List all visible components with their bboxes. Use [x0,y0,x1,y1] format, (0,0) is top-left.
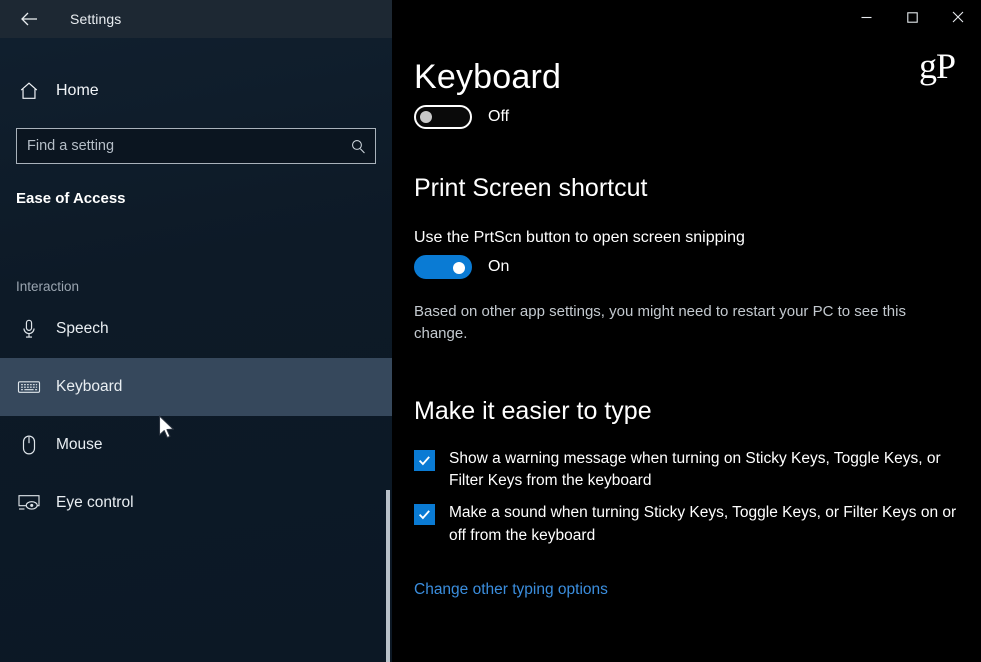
mouse-icon [14,434,44,456]
maximize-button[interactable] [889,0,935,34]
checkbox-warning-message[interactable] [414,449,435,471]
settings-window: Settings Home Ease of Access Interaction [0,0,981,662]
checkbox-make-sound[interactable] [414,504,435,526]
minimize-button[interactable] [843,0,889,34]
sidebar-item-speech[interactable]: Speech [0,300,392,358]
prtscn-help-text: Based on other app settings, you might n… [414,303,906,342]
keyboard-icon [14,378,44,396]
easier-to-type-checkbox-list: Show a warning message when turning on S… [414,448,981,548]
checkbox-row-warning-message[interactable]: Show a warning message when turning on S… [414,448,981,493]
home-icon [14,80,44,102]
search-box[interactable] [16,128,376,164]
prtscn-toggle-label: On [488,258,510,275]
easier-to-type-heading: Make it easier to type [414,396,652,425]
settings-content: Keyboard Off Print Screen shortcut Use t… [392,0,981,599]
sidebar-item-keyboard[interactable]: Keyboard [0,358,392,416]
sidebar-scrollbar-thumb[interactable] [386,490,390,662]
change-other-typing-options-link[interactable]: Change other typing options [414,581,608,599]
toggle-knob [420,111,432,123]
sidebar-item-mouse[interactable]: Mouse [0,416,392,474]
sidebar-item-eye-control[interactable]: Eye control [0,474,392,532]
prtscn-setting-label: Use the PrtScn button to open screen sni… [414,229,745,246]
checkbox-warning-message-label: Show a warning message when turning on S… [449,449,941,489]
window-controls [843,0,981,34]
sidebar: Settings Home Ease of Access Interaction [0,0,392,662]
window-title: Settings [70,11,122,27]
microphone-icon [14,318,44,340]
watermark-logo: gP [918,46,956,86]
prtscn-toggle-row: On [414,255,981,279]
toggle-knob [453,262,465,274]
close-button[interactable] [935,0,981,34]
keyboard-master-toggle-row: Off [414,105,981,129]
search-icon[interactable] [341,138,375,155]
checkbox-make-sound-label: Make a sound when turning Sticky Keys, T… [449,504,957,544]
keyboard-master-toggle[interactable] [414,105,472,129]
sidebar-item-keyboard-label: Keyboard [56,378,123,395]
sidebar-section-title: Ease of Access [16,190,126,207]
sidebar-group-title: Interaction [16,279,80,294]
keyboard-master-toggle-label: Off [488,108,510,125]
print-screen-heading: Print Screen shortcut [414,174,648,202]
sidebar-item-eye-control-label: Eye control [56,494,134,511]
sidebar-item-mouse-label: Mouse [56,436,103,453]
sidebar-item-speech-label: Speech [56,320,109,337]
checkbox-row-make-sound[interactable]: Make a sound when turning Sticky Keys, T… [414,502,981,547]
prtscn-toggle[interactable] [414,255,472,279]
sidebar-item-home[interactable]: Home [0,70,392,112]
eye-control-icon [14,493,44,513]
main-panel: gP Keyboard Off Print Screen shortcut Us… [392,0,981,662]
sidebar-item-home-label: Home [56,82,99,99]
title-bar: Settings [0,0,392,38]
back-arrow-icon[interactable] [12,4,46,34]
page-title: Keyboard [414,58,562,96]
search-input[interactable] [17,138,341,154]
